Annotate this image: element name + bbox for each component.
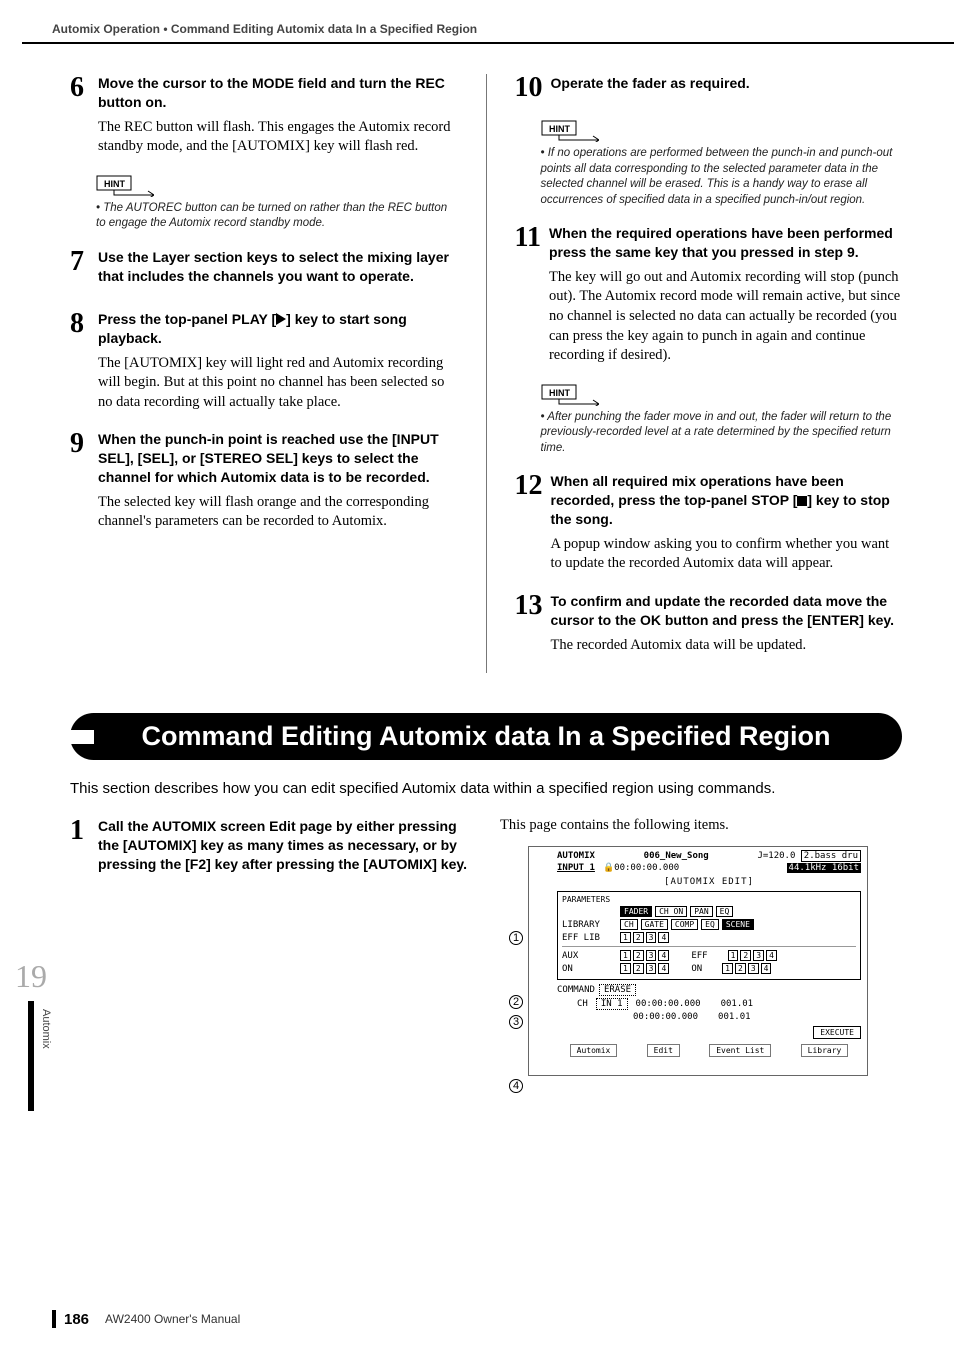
step-number: 8 [70,310,90,412]
step-desc: The key will go out and Automix recordin… [549,268,902,366]
right-items-intro: This page contains the following items. [500,817,902,834]
left-column: 6 Move the cursor to the MODE field and … [70,74,458,673]
bottom-left-column: 1 Call the AUTOMIX screen Edit page by e… [70,817,472,1076]
hint-label: HINT [104,179,125,189]
execute-button[interactable]: EXECUTE [813,1026,861,1039]
chapter-number: 19 [12,958,50,995]
hint-text: After punching the fader move in and out… [541,410,903,457]
page-footer: 186 AW2400 Owner's Manual [52,1310,240,1328]
section-heading: Command Editing Automix data In a Specif… [70,713,902,760]
doc-title: AW2400 Owner's Manual [105,1312,240,1326]
hint-text: The AUTOREC button can be turned on rath… [96,201,458,232]
callout-2: 2 [509,995,523,1009]
automix-edit-screenshot: 1 2 3 4 AUTOMIX 006_New_Song J=120.0 2.b… [528,846,868,1076]
tab-edit[interactable]: Edit [647,1044,680,1057]
bottom-right-column: This page contains the following items. … [500,817,902,1076]
step-title: Press the top-panel PLAY [] key to start… [98,310,458,348]
step-desc: The recorded Automix data will be update… [551,636,903,656]
breadcrumb: Automix Operation • Command Editing Auto… [0,0,954,42]
tab-automix[interactable]: Automix [570,1044,618,1057]
step-number: 12 [515,472,543,574]
page-number: 186 [64,1311,89,1328]
scr-song: 006_New_Song [644,851,709,861]
chapter-tab: 19 Automix [12,958,50,1111]
step-title: Call the AUTOMIX screen Edit page by eit… [98,817,472,874]
stop-icon [797,496,807,506]
step-title: Move the cursor to the MODE field and tu… [98,74,458,112]
scr-input: INPUT 1 [557,863,595,873]
hint-text: If no operations are performed between t… [541,146,903,208]
step-number: 13 [515,592,543,655]
step-title: When the punch-in point is reached use t… [98,430,458,487]
step-number: 10 [515,74,543,102]
scr-subtitle: [AUTOMIX EDIT] [557,877,861,887]
step-title: When all required mix operations have be… [551,472,903,529]
step-desc: The [AUTOMIX] key will light red and Aut… [98,354,458,413]
chapter-label: Automix [40,1009,52,1049]
callout-3: 3 [509,1015,523,1029]
step-number: 6 [70,74,90,157]
section-title: Command Editing Automix data In a Specif… [70,713,902,760]
play-icon [276,313,286,325]
tab-event-list[interactable]: Event List [709,1044,771,1057]
step-desc: The REC button will flash. This engages … [98,118,458,157]
step-number: 9 [70,430,90,532]
step-number: 7 [70,248,90,292]
step-number: 1 [70,817,90,880]
hint-box: HINT If no operations are performed betw… [541,120,903,208]
step-desc: A popup window asking you to confirm whe… [551,535,903,574]
scr-title: AUTOMIX [557,851,595,861]
step-title: When the required operations have been p… [549,224,902,262]
callout-4: 4 [509,1079,523,1093]
hint-box: HINT After punching the fader move in an… [541,384,903,457]
step-number: 11 [515,224,541,366]
svg-text:HINT: HINT [549,388,570,398]
step-title: To confirm and update the recorded data … [551,592,903,630]
step-title: Use the Layer section keys to select the… [98,248,458,286]
section-intro: This section describes how you can edit … [70,778,902,799]
tab-library[interactable]: Library [801,1044,849,1057]
step-title: Operate the fader as required. [551,74,903,93]
step-desc: The selected key will flash orange and t… [98,493,458,532]
svg-text:HINT: HINT [549,124,570,134]
hint-box: HINT The AUTOREC button can be turned on… [96,175,458,232]
right-column: 10 Operate the fader as required. HINT I… [486,74,903,673]
callout-1: 1 [509,931,523,945]
